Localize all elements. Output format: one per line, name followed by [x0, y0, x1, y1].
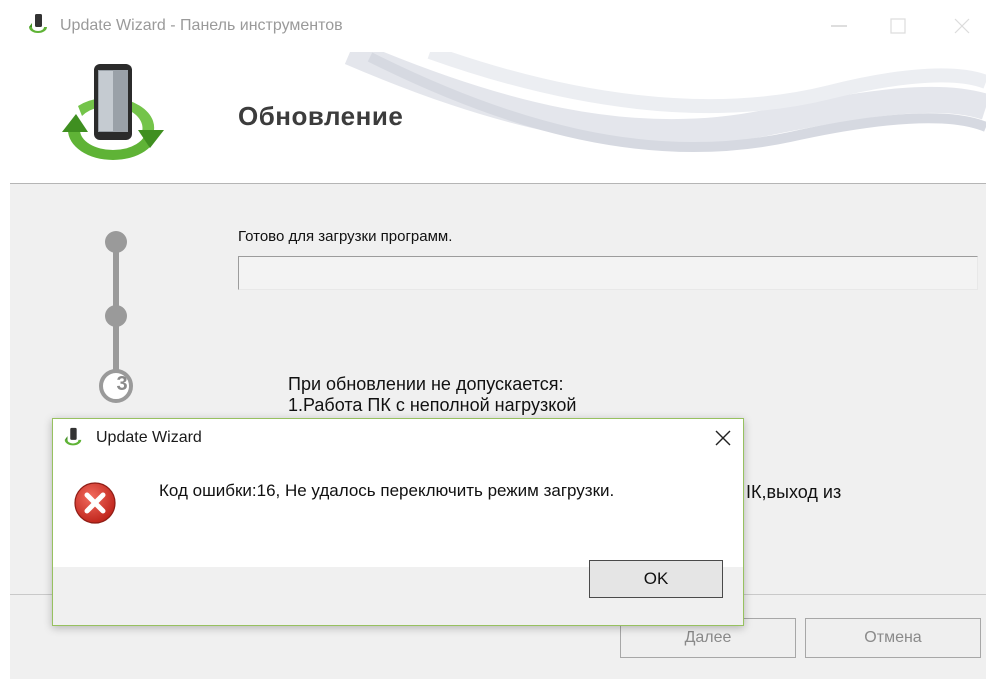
dialog-title: Update Wizard [96, 429, 202, 446]
window-titlebar[interactable]: Update Wizard - Панель инструментов [0, 0, 986, 52]
app-phone-icon [64, 427, 82, 446]
close-icon[interactable] [713, 428, 733, 448]
ok-button[interactable]: OK [589, 560, 723, 598]
dialog-content: Код ошибки:16, Не удалось переключить ре… [53, 457, 743, 567]
error-icon [74, 482, 116, 524]
app-phone-icon [29, 14, 47, 33]
wizard-header: Обновление [10, 52, 986, 184]
page-title: Обновление [238, 101, 404, 131]
warning-line-1: 1.Работа ПК с неполной нагрузкой [288, 395, 577, 415]
warning-title: При обновлении не допускается: [288, 374, 564, 394]
main-window: Update Wizard - Панель инструментов Обно… [0, 0, 986, 679]
phone-refresh-logo [62, 64, 164, 160]
warning-line-partial: ІК,выход из [746, 482, 842, 502]
maximize-icon[interactable] [886, 14, 910, 38]
close-icon[interactable] [950, 14, 974, 38]
error-dialog: Update Wizard Код ошибки:16, Не удалось … [52, 418, 744, 626]
minimize-icon[interactable] [827, 14, 851, 38]
dialog-message: Код ошибки:16, Не удалось переключить ре… [159, 481, 615, 500]
progress-bar [238, 256, 978, 290]
status-text: Готово для загрузки программ. [238, 228, 453, 245]
step-3-label: 3 [116, 373, 128, 395]
cancel-button[interactable]: Отмена [805, 618, 981, 658]
dialog-titlebar[interactable]: Update Wizard [53, 419, 743, 457]
window-title: Update Wizard - Панель инструментов [60, 17, 343, 34]
